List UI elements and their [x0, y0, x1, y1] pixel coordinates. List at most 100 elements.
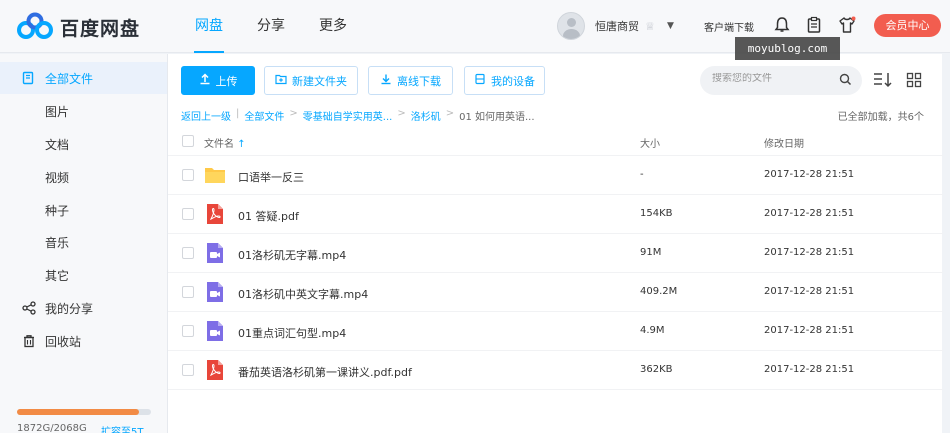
file-date: 2017-12-28 21:51: [764, 247, 855, 258]
file-row[interactable]: 01 答疑.pdf 154KB 2017-12-28 21:51: [168, 195, 943, 234]
breadcrumb: 返回上一级 | 全部文件 > 零基础自学实用英... > 洛杉矶 > 01 如何…: [181, 108, 535, 123]
new-folder-button[interactable]: 新建文件夹: [264, 66, 358, 95]
row-checkbox[interactable]: [182, 286, 194, 298]
breadcrumb-item[interactable]: 全部文件: [244, 108, 284, 123]
load-status-text: 已全部加载，共6个: [837, 112, 924, 123]
avatar[interactable]: [557, 12, 585, 40]
file-row[interactable]: 01洛杉矶无字幕.mp4 91M 2017-12-28 21:51: [168, 234, 943, 273]
file-name[interactable]: 番茄英语洛杉矶第一课讲义.pdf.pdf: [238, 364, 412, 380]
breadcrumb-item[interactable]: 零基础自学实用英...: [303, 108, 393, 123]
sidebar-item-torrents[interactable]: 种子: [0, 194, 167, 226]
video-file-icon: [204, 320, 226, 342]
file-date: 2017-12-28 21:51: [764, 208, 855, 219]
sidebar: 全部文件 图片 文档 视频 种子 音乐 其它 我的分享 回收站 1872G/20…: [0, 54, 167, 433]
file-size: 409.2M: [640, 286, 678, 297]
file-main-panel: 上传 新建文件夹 离线下载 我的设备 搜索您的文件 返回上一级 | 全部文件 >…: [167, 54, 943, 433]
toolbar: 上传 新建文件夹 离线下载 我的设备: [168, 54, 943, 104]
share-icon: [21, 300, 37, 316]
file-name[interactable]: 口语举一反三: [238, 169, 304, 185]
clipboard-icon[interactable]: [805, 16, 823, 34]
watermark: moyublog.com: [735, 37, 840, 60]
tab-more[interactable]: 更多: [302, 0, 364, 53]
row-checkbox[interactable]: [182, 325, 194, 337]
sidebar-item-label: 我的分享: [45, 301, 94, 316]
download-icon: [380, 73, 392, 88]
column-header-date[interactable]: 修改日期: [764, 135, 804, 150]
sidebar-item-label: 视频: [45, 170, 70, 185]
column-header-name[interactable]: 文件名 ↑: [204, 135, 246, 150]
new-folder-icon: [275, 73, 287, 88]
sidebar-item-videos[interactable]: 视频: [0, 161, 167, 193]
breadcrumb-current: 01 如何用英语...: [459, 112, 535, 123]
tshirt-skin-icon[interactable]: [838, 16, 856, 34]
search-icon[interactable]: [839, 73, 852, 86]
search-input[interactable]: [712, 73, 832, 84]
breadcrumb-back-link[interactable]: 返回上一级: [181, 108, 231, 123]
vip-center-button[interactable]: 会员中心: [874, 14, 941, 37]
offline-download-button-label: 离线下载: [397, 74, 441, 88]
pdf-file-icon: [204, 203, 226, 225]
select-all-checkbox[interactable]: [182, 135, 194, 147]
file-name[interactable]: 01洛杉矶无字幕.mp4: [238, 247, 346, 263]
user-menu[interactable]: 恒唐商贸 ♕ ▼: [557, 12, 674, 40]
my-devices-button[interactable]: 我的设备: [464, 66, 545, 95]
file-size: 4.9M: [640, 325, 665, 336]
sidebar-item-label: 其它: [45, 268, 70, 283]
file-row[interactable]: 01重点词汇句型.mp4 4.9M 2017-12-28 21:51: [168, 312, 943, 351]
file-date: 2017-12-28 21:51: [764, 169, 855, 180]
file-row[interactable]: 口语举一反三 - 2017-12-28 21:51: [168, 156, 943, 195]
file-row[interactable]: 番茄英语洛杉矶第一课讲义.pdf.pdf 362KB 2017-12-28 21:5…: [168, 351, 943, 390]
upload-button[interactable]: 上传: [181, 66, 255, 95]
file-name[interactable]: 01洛杉矶中英文字幕.mp4: [238, 286, 368, 302]
sidebar-item-documents[interactable]: 文档: [0, 128, 167, 160]
sidebar-item-label: 音乐: [45, 235, 70, 250]
breadcrumb-separator: >: [289, 108, 298, 119]
file-name[interactable]: 01 答疑.pdf: [238, 208, 299, 224]
row-checkbox[interactable]: [182, 364, 194, 376]
expand-storage-link[interactable]: 扩容至5T: [101, 423, 143, 433]
tab-share[interactable]: 分享: [240, 0, 302, 53]
column-header-name-label: 文件名: [204, 139, 234, 150]
column-header-size[interactable]: 大小: [640, 135, 660, 150]
sidebar-item-label: 全部文件: [45, 71, 94, 86]
sidebar-item-music[interactable]: 音乐: [0, 226, 167, 258]
sidebar-item-all-files[interactable]: 全部文件: [0, 62, 167, 94]
logo[interactable]: 百度网盘: [16, 12, 140, 42]
grid-view-icon[interactable]: [906, 72, 922, 88]
tab-netdisk[interactable]: 网盘: [178, 0, 240, 53]
upload-button-label: 上传: [215, 74, 238, 88]
file-size: 362KB: [640, 364, 673, 375]
sidebar-item-label: 图片: [45, 104, 70, 119]
sidebar-item-label: 回收站: [45, 334, 82, 349]
file-date: 2017-12-28 21:51: [764, 364, 855, 375]
sidebar-item-other[interactable]: 其它: [0, 259, 167, 291]
row-checkbox[interactable]: [182, 247, 194, 259]
file-date: 2017-12-28 21:51: [764, 286, 855, 297]
file-size: 91M: [640, 247, 662, 258]
breadcrumb-separator: >: [445, 108, 455, 119]
main-nav: 网盘 分享 更多: [178, 0, 364, 53]
folder-icon: [204, 164, 226, 186]
sort-icon[interactable]: [873, 72, 893, 88]
sidebar-item-recycle-bin[interactable]: 回收站: [0, 325, 167, 357]
user-name: 恒唐商贸: [595, 20, 639, 33]
client-download-link[interactable]: 客户端下载: [704, 19, 754, 34]
baidu-cloud-logo-icon: [17, 12, 53, 39]
bell-icon[interactable]: [773, 16, 791, 34]
files-icon: [21, 70, 37, 86]
storage-quota-text: 1872G/2068G: [17, 423, 87, 433]
search-box[interactable]: [700, 66, 862, 95]
row-checkbox[interactable]: [182, 208, 194, 220]
breadcrumb-item[interactable]: 洛杉矶: [411, 108, 441, 123]
breadcrumb-separator: |: [236, 108, 240, 119]
trash-icon: [21, 333, 37, 349]
sidebar-item-images[interactable]: 图片: [0, 95, 167, 127]
offline-download-button[interactable]: 离线下载: [368, 66, 453, 95]
chevron-down-icon[interactable]: ▼: [667, 21, 674, 31]
sidebar-item-my-share[interactable]: 我的分享: [0, 292, 167, 324]
file-name[interactable]: 01重点词汇句型.mp4: [238, 325, 346, 341]
row-checkbox[interactable]: [182, 169, 194, 181]
new-folder-button-label: 新建文件夹: [292, 74, 347, 88]
file-table-header: 文件名 ↑ 大小 修改日期: [168, 126, 943, 156]
file-row[interactable]: 01洛杉矶中英文字幕.mp4 409.2M 2017-12-28 21:51: [168, 273, 943, 312]
